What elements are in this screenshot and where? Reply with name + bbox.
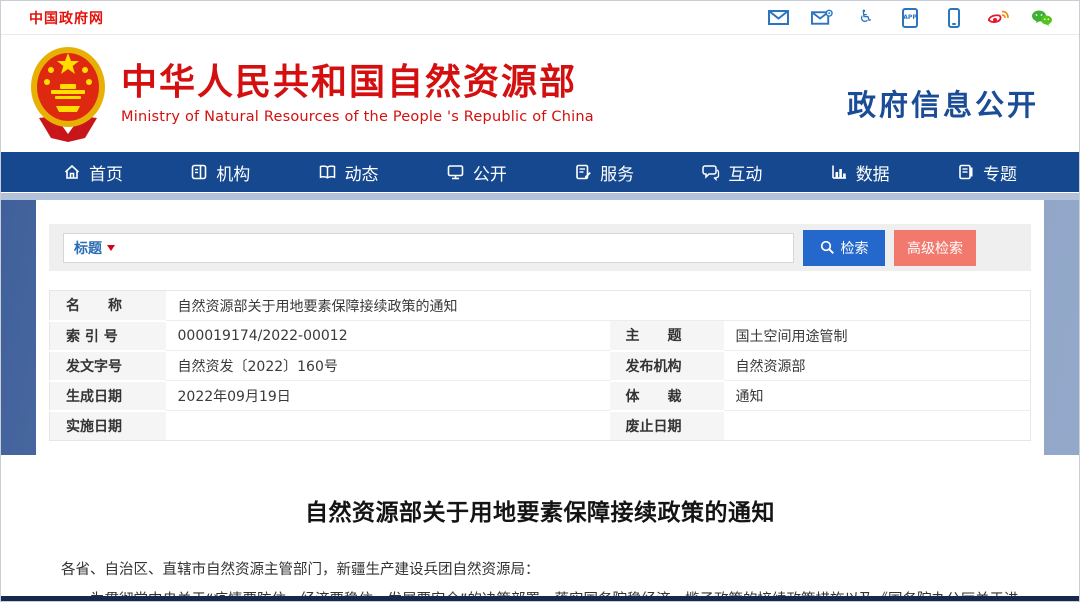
search-field-selector[interactable]: 标题	[74, 238, 115, 258]
nav-item-home[interactable]: 首页	[63, 160, 123, 185]
advanced-search-label: 高级检索	[907, 238, 963, 258]
search-button[interactable]: 检索	[803, 230, 885, 266]
nav-label: 服务	[600, 160, 634, 185]
disclosure-icon	[446, 163, 465, 181]
nav-label: 互动	[728, 160, 762, 185]
nav-item-organization[interactable]: 机构	[190, 160, 250, 185]
gov-cn-link[interactable]: 中国政府网	[29, 8, 104, 28]
search-box[interactable]: 标题	[63, 233, 794, 263]
nav-item-topics[interactable]: 专题	[957, 160, 1017, 185]
meta-value-doc-no: 自然资发〔2022〕160号	[166, 351, 610, 381]
meta-label-created-date: 生成日期	[50, 381, 166, 411]
table-row: 实施日期 废止日期	[50, 411, 1031, 441]
nav-label: 专题	[983, 160, 1017, 185]
nav-item-news[interactable]: 动态	[318, 160, 379, 185]
masthead: 中华人民共和国自然资源部 Ministry of Natural Resourc…	[1, 35, 1079, 152]
organization-icon	[190, 163, 208, 181]
meta-label-genre: 体 裁	[610, 381, 724, 411]
meta-value-genre: 通知	[724, 381, 1031, 411]
top-utility-bar: 中国政府网 ♿ APP	[1, 1, 1079, 35]
meta-label-name: 名 称	[50, 291, 166, 321]
masthead-right: 政府信息公开	[847, 64, 1039, 124]
chevron-down-icon	[107, 245, 115, 251]
table-row: 发文字号 自然资发〔2022〕160号 发布机构 自然资源部	[50, 351, 1031, 381]
app-icon[interactable]: APP	[899, 8, 921, 28]
main-navigation: 首页 机构 动态 公开 服务 互动 数据 专题	[1, 152, 1079, 192]
meta-label-index-no: 索 引 号	[50, 321, 166, 351]
table-row: 索 引 号 000019174/2022-00012 主 题 国土空间用途管制	[50, 321, 1031, 351]
advanced-search-button[interactable]: 高级检索	[894, 230, 976, 266]
search-input[interactable]	[121, 235, 783, 261]
mail-icon[interactable]	[767, 8, 789, 28]
meta-label-subject: 主 题	[610, 321, 724, 351]
mail-settings-icon[interactable]	[811, 8, 833, 28]
news-icon	[318, 163, 337, 181]
nav-item-disclosure[interactable]: 公开	[446, 160, 507, 185]
document-metadata-table: 名 称 自然资源部关于用地要素保障接续政策的通知 索 引 号 000019174…	[49, 290, 1031, 441]
wechat-icon[interactable]	[1031, 8, 1053, 28]
footer-strip	[1, 596, 1079, 601]
nav-label: 首页	[89, 160, 123, 185]
accessibility-icon[interactable]: ♿	[855, 8, 877, 28]
meta-value-issuer: 自然资源部	[724, 351, 1031, 381]
nav-item-interaction[interactable]: 互动	[701, 160, 762, 185]
search-field-label: 标题	[74, 238, 102, 258]
content-panel: 标题 检索 高级检索 名 称 自然资源部关于用地要素保障	[36, 200, 1044, 602]
document-title: 自然资源部关于用地要素保障接续政策的通知	[61, 493, 1019, 527]
meta-label-doc-no: 发文字号	[50, 351, 166, 381]
table-row: 名 称 自然资源部关于用地要素保障接续政策的通知	[50, 291, 1031, 321]
top-icon-row: ♿ APP	[767, 8, 1053, 28]
content-background: 标题 检索 高级检索 名 称 自然资源部关于用地要素保障	[1, 193, 1079, 596]
browser-viewport: 中国政府网 ♿ APP	[0, 0, 1080, 602]
document-paragraph: 各省、自治区、直辖市自然资源主管部门，新疆生产建设兵团自然资源局：	[61, 555, 1019, 585]
meta-value-subject: 国土空间用途管制	[724, 321, 1031, 351]
data-icon	[830, 163, 848, 181]
national-emblem-logo	[29, 46, 107, 142]
meta-value-repeal-date	[724, 411, 1031, 441]
document-view: 自然资源部关于用地要素保障接续政策的通知 各省、自治区、直辖市自然资源主管部门，…	[49, 493, 1031, 602]
service-icon	[574, 163, 592, 181]
search-icon	[820, 240, 835, 255]
mobile-icon[interactable]	[943, 8, 965, 28]
meta-label-repeal-date: 废止日期	[610, 411, 724, 441]
home-icon	[63, 163, 81, 181]
weibo-icon[interactable]	[987, 8, 1009, 28]
meta-value-created-date: 2022年09月19日	[166, 381, 610, 411]
meta-label-issuer: 发布机构	[610, 351, 724, 381]
ministry-titles: 中华人民共和国自然资源部 Ministry of Natural Resourc…	[121, 62, 594, 125]
nav-label: 动态	[345, 160, 379, 185]
meta-label-effective-date: 实施日期	[50, 411, 166, 441]
ministry-name-en: Ministry of Natural Resources of the Peo…	[121, 109, 594, 125]
nav-item-service[interactable]: 服务	[574, 160, 634, 185]
document-body: 各省、自治区、直辖市自然资源主管部门，新疆生产建设兵团自然资源局： 为贯彻党中央…	[61, 555, 1019, 602]
interaction-icon	[701, 163, 720, 181]
nav-label: 公开	[473, 160, 507, 185]
nav-item-data[interactable]: 数据	[830, 160, 890, 185]
nav-label: 机构	[216, 160, 250, 185]
page-title: 政府信息公开	[847, 82, 1039, 124]
meta-value-name: 自然资源部关于用地要素保障接续政策的通知	[166, 291, 1031, 321]
meta-value-effective-date	[166, 411, 610, 441]
table-row: 生成日期 2022年09月19日 体 裁 通知	[50, 381, 1031, 411]
meta-value-index-no: 000019174/2022-00012	[166, 321, 610, 351]
ministry-brand[interactable]: 中华人民共和国自然资源部 Ministry of Natural Resourc…	[29, 46, 594, 142]
search-button-label: 检索	[841, 238, 869, 258]
ministry-name-zh: 中华人民共和国自然资源部	[121, 62, 594, 103]
search-strip: 标题 检索 高级检索	[49, 224, 1031, 271]
topics-icon	[957, 163, 975, 181]
nav-label: 数据	[856, 160, 890, 185]
